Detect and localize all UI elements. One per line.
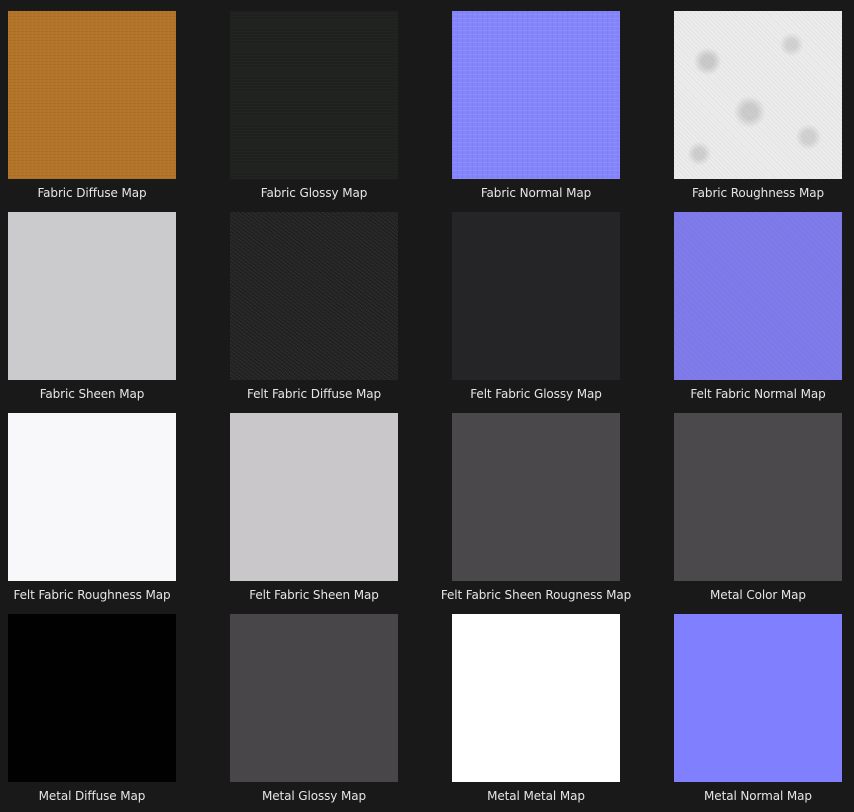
map-label: Felt Fabric Sheen Map (249, 588, 379, 602)
map-tile-fabric-normal[interactable]: Fabric Normal Map (452, 11, 674, 212)
map-label: Felt Fabric Normal Map (690, 387, 826, 401)
map-label: Fabric Normal Map (480, 186, 592, 200)
map-label: Metal Glossy Map (261, 789, 367, 803)
map-tile-felt-fabric-diffuse[interactable]: Felt Fabric Diffuse Map (230, 212, 452, 413)
map-label: Fabric Roughness Map (691, 186, 825, 200)
map-tile-metal-metal[interactable]: Metal Metal Map (452, 614, 674, 812)
map-tile-metal-glossy[interactable]: Metal Glossy Map (230, 614, 452, 812)
map-thumbnail (230, 614, 398, 782)
map-thumbnail (230, 11, 398, 179)
map-tile-metal-diffuse[interactable]: Metal Diffuse Map (8, 614, 230, 812)
map-label: Metal Color Map (710, 588, 806, 602)
map-tile-fabric-diffuse[interactable]: Fabric Diffuse Map (8, 11, 230, 212)
map-tile-metal-normal[interactable]: Metal Normal Map (674, 614, 854, 812)
texture-grid: Fabric Diffuse Map Fabric Glossy Map Fab… (0, 0, 854, 812)
map-thumbnail (674, 614, 842, 782)
map-tile-fabric-roughness[interactable]: Fabric Roughness Map (674, 11, 854, 212)
map-label: Felt Fabric Glossy Map (470, 387, 602, 401)
map-tile-felt-fabric-glossy[interactable]: Felt Fabric Glossy Map (452, 212, 674, 413)
map-label: Fabric Glossy Map (260, 186, 368, 200)
map-tile-felt-fabric-normal[interactable]: Felt Fabric Normal Map (674, 212, 854, 413)
map-thumbnail (674, 212, 842, 380)
map-tile-felt-fabric-sheen-roughness[interactable]: Felt Fabric Sheen Rougness Map (441, 413, 674, 614)
map-label: Metal Normal Map (704, 789, 812, 803)
map-thumbnail (230, 212, 398, 380)
map-thumbnail (452, 614, 620, 782)
map-tile-fabric-glossy[interactable]: Fabric Glossy Map (230, 11, 452, 212)
map-thumbnail (8, 11, 176, 179)
map-label: Fabric Diffuse Map (37, 186, 147, 200)
map-thumbnail (452, 212, 620, 380)
map-label: Metal Diffuse Map (38, 789, 146, 803)
map-tile-metal-color[interactable]: Metal Color Map (674, 413, 854, 614)
map-thumbnail (452, 11, 620, 179)
map-label: Felt Fabric Roughness Map (13, 588, 171, 602)
map-thumbnail (674, 11, 842, 179)
map-tile-fabric-sheen[interactable]: Fabric Sheen Map (8, 212, 230, 413)
map-label: Felt Fabric Sheen Rougness Map (440, 588, 632, 602)
map-thumbnail (8, 413, 176, 581)
map-thumbnail (230, 413, 398, 581)
map-label: Metal Metal Map (487, 789, 585, 803)
map-label: Fabric Sheen Map (39, 387, 145, 401)
map-tile-felt-fabric-roughness[interactable]: Felt Fabric Roughness Map (8, 413, 230, 614)
map-label: Felt Fabric Diffuse Map (246, 387, 382, 401)
map-thumbnail (8, 212, 176, 380)
map-thumbnail (674, 413, 842, 581)
map-tile-felt-fabric-sheen[interactable]: Felt Fabric Sheen Map (230, 413, 452, 614)
map-thumbnail (452, 413, 620, 581)
map-thumbnail (8, 614, 176, 782)
